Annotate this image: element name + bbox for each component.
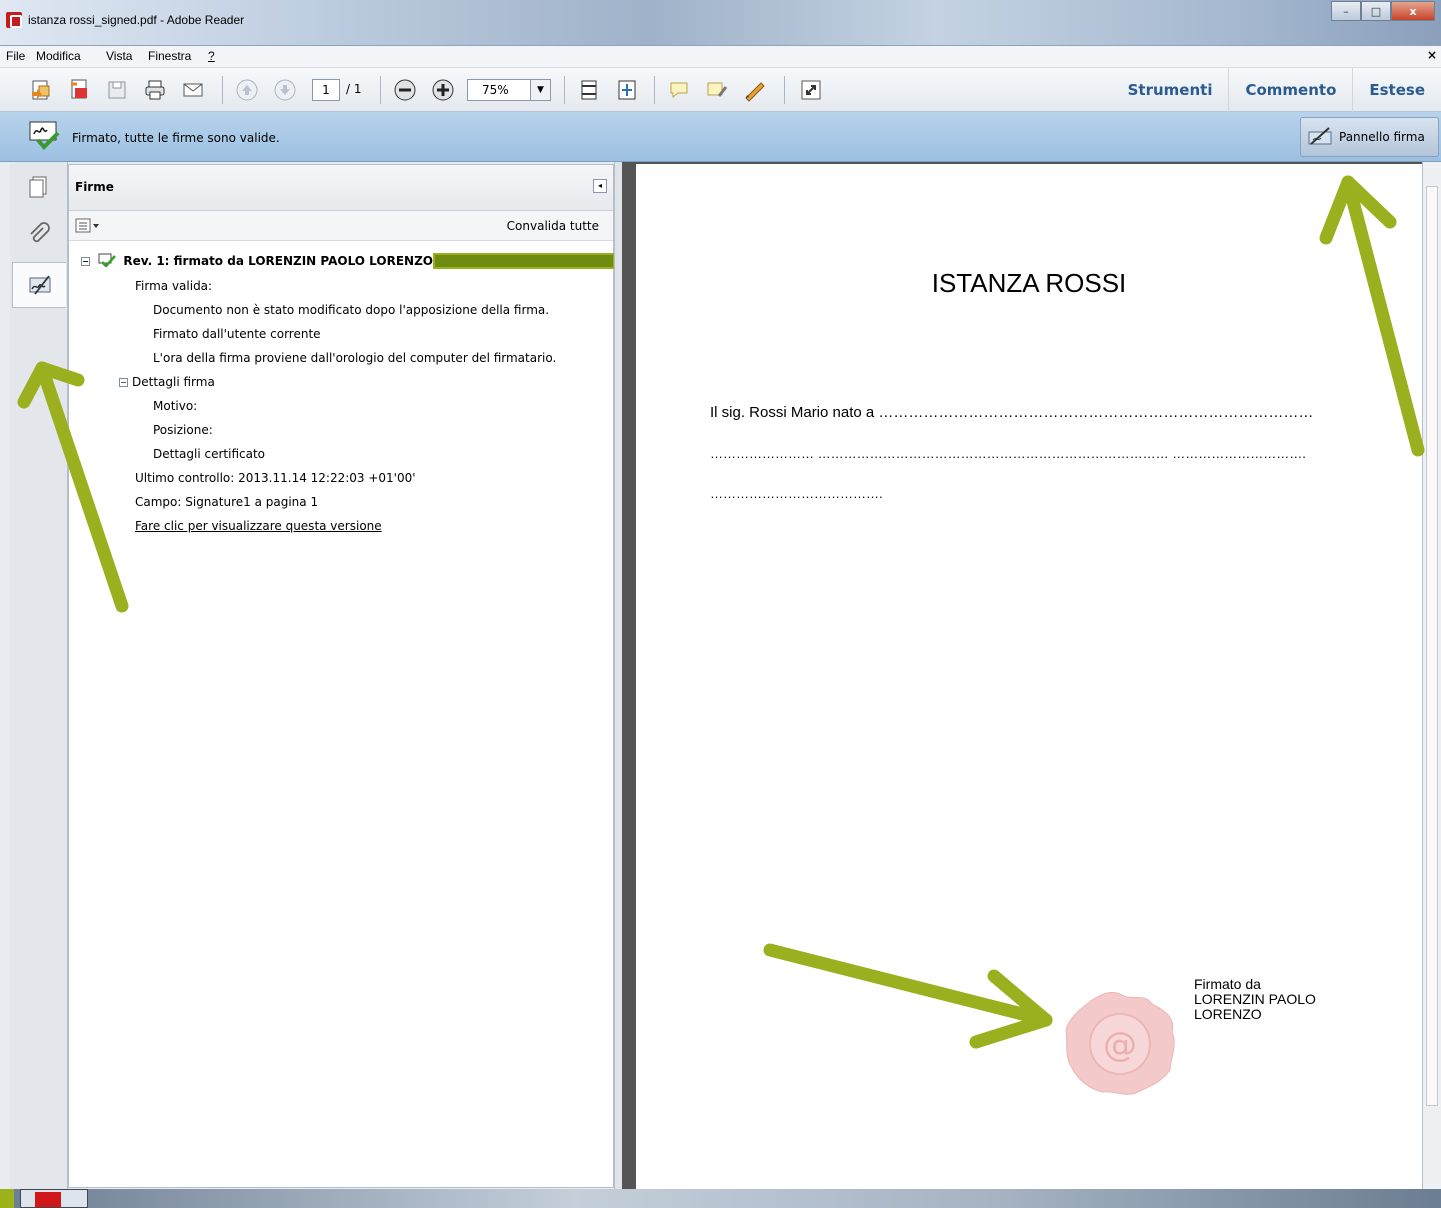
navigation-strip: [10, 162, 68, 1192]
menu-window[interactable]: Finestra: [148, 49, 191, 63]
collapse-toggle-icon[interactable]: −: [81, 257, 90, 266]
fit-page-icon[interactable]: [614, 77, 640, 103]
adobe-reader-icon: [6, 12, 22, 28]
signature-status-message: Firmato, tutte le firme sono valide.: [72, 131, 280, 145]
signatures-panel-icon[interactable]: [12, 262, 66, 308]
signature-valid-icon: [29, 121, 60, 150]
signed-by-text[interactable]: Firmato da LORENZIN PAOLO LORENZO: [1194, 977, 1316, 1022]
taskbar-adobe-reader-button[interactable]: [20, 1189, 88, 1208]
menu-help[interactable]: ?: [208, 49, 215, 63]
toolbar-separator: [222, 76, 223, 104]
chevron-down-icon[interactable]: ▼: [530, 80, 550, 100]
validate-all-button[interactable]: Convalida tutte: [507, 219, 599, 233]
signatures-panel-header: Firme ◂: [69, 165, 613, 211]
tree-item-field: Campo: Signature1 a pagina 1: [135, 495, 319, 509]
save-icon[interactable]: [104, 77, 130, 103]
signature-message-bar: Firmato, tutte le firme sono valide. Pan…: [0, 112, 1441, 162]
pdf-page: ISTANZA ROSSI Il sig. Rossi Mario nato a…: [636, 164, 1422, 1194]
close-button[interactable]: x: [1391, 1, 1435, 21]
scrollbar-thumb[interactable]: [1426, 186, 1438, 1106]
tree-item-certificate-details[interactable]: Dettagli certificato: [153, 447, 265, 461]
signed-by-label: Firmato da: [1194, 976, 1261, 992]
tree-item-current-user: Firmato dall'utente corrente: [153, 327, 321, 341]
tree-item-signature-details[interactable]: − Dettagli firma: [119, 375, 215, 389]
document-line-3: ………………………………….: [710, 486, 883, 501]
toolbar-separator: [784, 76, 785, 104]
next-page-icon[interactable]: [272, 77, 298, 103]
vertical-scrollbar[interactable]: [1422, 162, 1441, 1192]
svg-text:@: @: [1103, 1025, 1137, 1065]
page-thumbnails-icon[interactable]: [12, 164, 66, 210]
tools-pane-link[interactable]: Strumenti: [1112, 68, 1229, 112]
menu-view[interactable]: Vista: [106, 49, 132, 63]
signature-pen-icon: [1308, 127, 1332, 145]
zoom-select[interactable]: 75% ▼: [467, 79, 551, 101]
tree-item-signing-time: L'ora della firma proviene dall'orologio…: [153, 351, 557, 365]
toolbar-separator: [654, 76, 655, 104]
start-corner: [0, 1189, 14, 1208]
tree-item-not-modified: Documento non è stato modificato dopo l'…: [153, 303, 550, 317]
options-menu-icon[interactable]: [75, 218, 101, 234]
signature-panel-label: Pannello firma: [1339, 130, 1425, 144]
sign-icon[interactable]: [742, 77, 768, 103]
collapse-panel-icon[interactable]: ◂: [593, 179, 607, 193]
pane-splitter[interactable]: [614, 162, 622, 1192]
comment-pane-link[interactable]: Commento: [1228, 68, 1352, 112]
signature-revision-label: Rev. 1: firmato da LORENZIN PAOLO LORENZ…: [123, 254, 448, 268]
maximize-button[interactable]: □: [1361, 1, 1391, 21]
page-total: / 1: [346, 82, 362, 96]
signatures-panel: Firme ◂ Convalida tutte − Rev. 1: firmat…: [68, 164, 615, 1188]
tree-item-last-checked: Ultimo controllo: 2013.11.14 12:22:03 +0…: [135, 471, 416, 485]
toolbar-pane-links: Strumenti Commento Estese: [1112, 68, 1441, 112]
signatures-panel-options: Convalida tutte: [69, 211, 613, 241]
extended-pane-link[interactable]: Estese: [1352, 68, 1441, 112]
tree-item-location: Posizione:: [153, 423, 213, 437]
open-icon[interactable]: [66, 77, 92, 103]
previous-page-icon[interactable]: [234, 77, 260, 103]
full-screen-icon[interactable]: [798, 77, 824, 103]
main-toolbar: 1 / 1 75% ▼ Strumenti Commento Estese: [0, 68, 1441, 112]
view-version-link[interactable]: Fare clic per visualizzare questa versio…: [135, 519, 382, 533]
menu-edit[interactable]: Modifica: [36, 49, 81, 63]
page-number-input[interactable]: 1: [312, 79, 340, 101]
redacted-email: [433, 253, 615, 269]
signature-revision-node[interactable]: − Rev. 1: firmato da LORENZIN PAOLO LORE…: [81, 253, 447, 268]
window-title: istanza rossi_signed.pdf - Adobe Reader: [28, 13, 245, 27]
signature-panel-button[interactable]: Pannello firma: [1300, 117, 1439, 157]
collapse-toggle-icon[interactable]: −: [119, 378, 128, 387]
document-line-1: Il sig. Rossi Mario nato a ……………………………………: [710, 404, 1314, 421]
create-pdf-icon[interactable]: [28, 77, 54, 103]
highlight-text-icon[interactable]: [704, 77, 730, 103]
window-controls: – □ x: [1331, 1, 1435, 21]
valid-signature-icon: [98, 253, 117, 268]
signer-name-line-1: LORENZIN PAOLO: [1194, 991, 1316, 1007]
signer-name-line-2: LORENZO: [1194, 1006, 1262, 1022]
toolbar-separator: [380, 76, 381, 104]
menu-file[interactable]: File: [6, 49, 25, 63]
attachments-icon[interactable]: [12, 212, 66, 258]
zoom-value: 75%: [482, 83, 509, 97]
menu-bar: File Modifica Vista Finestra ? ×: [0, 46, 1441, 68]
fit-width-icon[interactable]: [576, 77, 602, 103]
zoom-in-icon[interactable]: [430, 77, 456, 103]
tree-item-valid-signature: Firma valida:: [135, 279, 213, 293]
adobe-reader-window: istanza rossi_signed.pdf - Adobe Reader …: [0, 0, 1441, 1208]
document-line-2: …………………… ……………………………………………………………………… …………: [710, 446, 1306, 461]
signature-seal-icon[interactable]: @: [1060, 988, 1180, 1098]
minimize-button[interactable]: –: [1331, 1, 1361, 21]
email-icon[interactable]: [180, 77, 206, 103]
windows-taskbar: [0, 1189, 1441, 1208]
signatures-panel-title: Firme: [75, 180, 114, 194]
tree-item-reason: Motivo:: [153, 399, 198, 413]
comment-icon[interactable]: [666, 77, 692, 103]
toolbar-separator: [564, 76, 565, 104]
close-document-icon[interactable]: ×: [1427, 48, 1437, 62]
zoom-out-icon[interactable]: [392, 77, 418, 103]
title-bar: istanza rossi_signed.pdf - Adobe Reader …: [0, 0, 1441, 46]
print-icon[interactable]: [142, 77, 168, 103]
document-title: ISTANZA ROSSI: [931, 268, 1127, 298]
signature-details-label: Dettagli firma: [132, 375, 215, 389]
